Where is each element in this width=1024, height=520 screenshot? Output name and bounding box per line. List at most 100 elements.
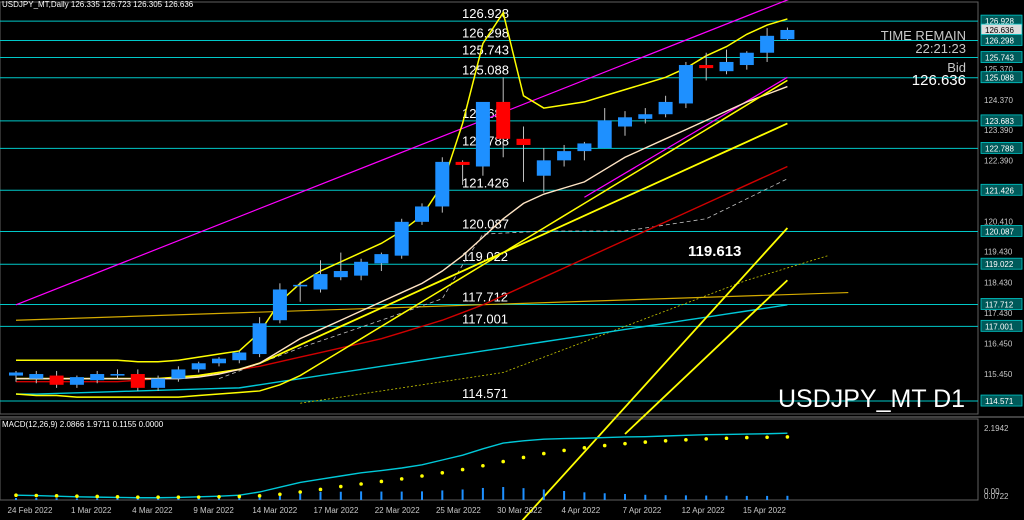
level-label: 125.743: [462, 43, 509, 58]
macd-histogram-bar: [481, 487, 484, 500]
candle-bull: [374, 254, 389, 264]
price-axis-label: 116.450: [984, 339, 1013, 348]
macd-histogram-bar: [563, 490, 566, 500]
level-label: 114.571: [462, 386, 508, 401]
macd-signal-dot: [420, 474, 424, 478]
macd-signal-dot: [582, 446, 587, 450]
gold-trend-line: [15, 291, 849, 321]
macd-signal-dot: [176, 495, 181, 499]
macd-signal-dot: [521, 455, 526, 460]
macd-signal-dot: [95, 494, 99, 499]
macd-histogram-bar: [380, 491, 383, 500]
candle-bull: [557, 151, 572, 161]
macd-signal-dot: [663, 439, 668, 443]
macd-signal-dot: [542, 451, 546, 456]
date-axis-label: 7 Apr 2022: [623, 506, 662, 515]
macd-histogram-bar: [502, 487, 505, 500]
macd-signal-dot: [785, 435, 790, 439]
date-axis-label: 1 Mar 2022: [71, 506, 112, 515]
price-axis-label: 124.370: [984, 96, 1013, 105]
level-label: 125.088: [462, 63, 509, 78]
candle-bull: [719, 61, 734, 72]
macd-signal-dot: [623, 441, 627, 446]
candle-bull: [171, 369, 186, 379]
price-axis-label: 119.022: [985, 260, 1014, 269]
macd-signal-dot: [196, 495, 201, 499]
ma-red-line: [16, 165, 788, 383]
macd-panel-frame: [0, 418, 979, 501]
candle-bear: [496, 101, 511, 139]
macd-signal-dot: [237, 494, 242, 499]
envelope-upper-line: [16, 10, 788, 363]
price-axis-label: 119.430: [984, 248, 1013, 257]
macd-signal-dot: [684, 438, 688, 442]
macd-signal-dot: [460, 467, 465, 472]
macd-header: MACD(12,26,9) 2.0866 1.9711 0.1155 0.000…: [2, 420, 164, 429]
candle-bull: [739, 52, 754, 66]
macd-histogram-bar: [400, 491, 403, 500]
macd-signal-dot: [440, 471, 445, 475]
macd-signal-dot: [75, 494, 79, 498]
candle-bull: [638, 114, 653, 119]
candle-bull: [618, 117, 632, 127]
price-axis-label: 120.087: [985, 227, 1014, 236]
candle-bear: [455, 161, 470, 165]
macd-histogram-bar: [684, 495, 687, 500]
extra-yellow-line: [624, 279, 789, 435]
macd-histogram-bar: [725, 495, 728, 500]
macd-histogram-bar: [766, 495, 769, 500]
macd-histogram-bar: [745, 495, 748, 500]
candle-bull: [475, 101, 490, 167]
date-axis-label: 17 Mar 2022: [314, 506, 359, 515]
macd-histogram-bar: [603, 493, 606, 500]
candle-bear: [49, 375, 64, 385]
candle-bull: [232, 352, 247, 361]
macd-signal-dot: [298, 490, 303, 494]
price-axis-label: 126.636: [985, 26, 1014, 35]
candle-bull: [760, 35, 775, 53]
candle-bear: [130, 374, 145, 388]
macd-histogram-bar: [786, 495, 789, 500]
macd-signal-dot: [14, 493, 18, 498]
macd-signal-dot: [359, 482, 363, 486]
price-axis-label: 114.571: [985, 397, 1014, 406]
date-axis-label: 24 Feb 2022: [8, 506, 53, 515]
macd-signal-dot: [54, 494, 59, 498]
price-axis-label: 121.426: [985, 186, 1014, 195]
macd-histogram-bar: [583, 492, 586, 500]
macd-signal-dot: [34, 493, 39, 498]
macd-histogram-bar: [542, 489, 545, 500]
macd-signal-dot: [257, 494, 262, 498]
date-axis-label: 12 Apr 2022: [682, 506, 726, 515]
macd-histogram-bar: [55, 498, 58, 500]
candle-bull: [536, 160, 551, 176]
extra-yellow-line: [521, 227, 789, 520]
candle-bull: [151, 378, 166, 388]
macd-signal-dot: [765, 435, 769, 440]
price-annotation: 119.613: [688, 243, 741, 260]
macd-histogram-bar: [441, 490, 444, 500]
macd-axis-label: 0.00: [984, 487, 1000, 496]
macd-signal-dot: [643, 440, 648, 444]
candle-bull: [293, 284, 308, 287]
macd-signal-dot: [318, 487, 323, 492]
candle-bull: [90, 374, 105, 381]
symbol-watermark: USDJPY_MT D1: [778, 385, 966, 413]
macd-histogram-bar: [705, 495, 708, 500]
candle-bear: [699, 65, 714, 69]
price-axis-label: 122.390: [984, 157, 1013, 166]
candle-bull: [333, 271, 348, 278]
macd-signal-dot: [724, 436, 729, 441]
date-axis-label: 22 Mar 2022: [375, 506, 420, 515]
macd-signal-dot: [501, 459, 506, 464]
macd-signal-dot: [745, 435, 749, 440]
macd-signal-dot: [562, 448, 566, 453]
macd-histogram-bar: [96, 498, 99, 500]
candle-bull: [69, 377, 84, 385]
candle-bull: [313, 274, 328, 290]
date-axis-label: 9 Mar 2022: [193, 506, 234, 515]
macd-histogram-bar: [624, 494, 626, 500]
candle-bull: [415, 206, 429, 222]
price-axis-label: 117.001: [985, 322, 1014, 331]
date-axis-label: 30 Mar 2022: [497, 506, 542, 515]
